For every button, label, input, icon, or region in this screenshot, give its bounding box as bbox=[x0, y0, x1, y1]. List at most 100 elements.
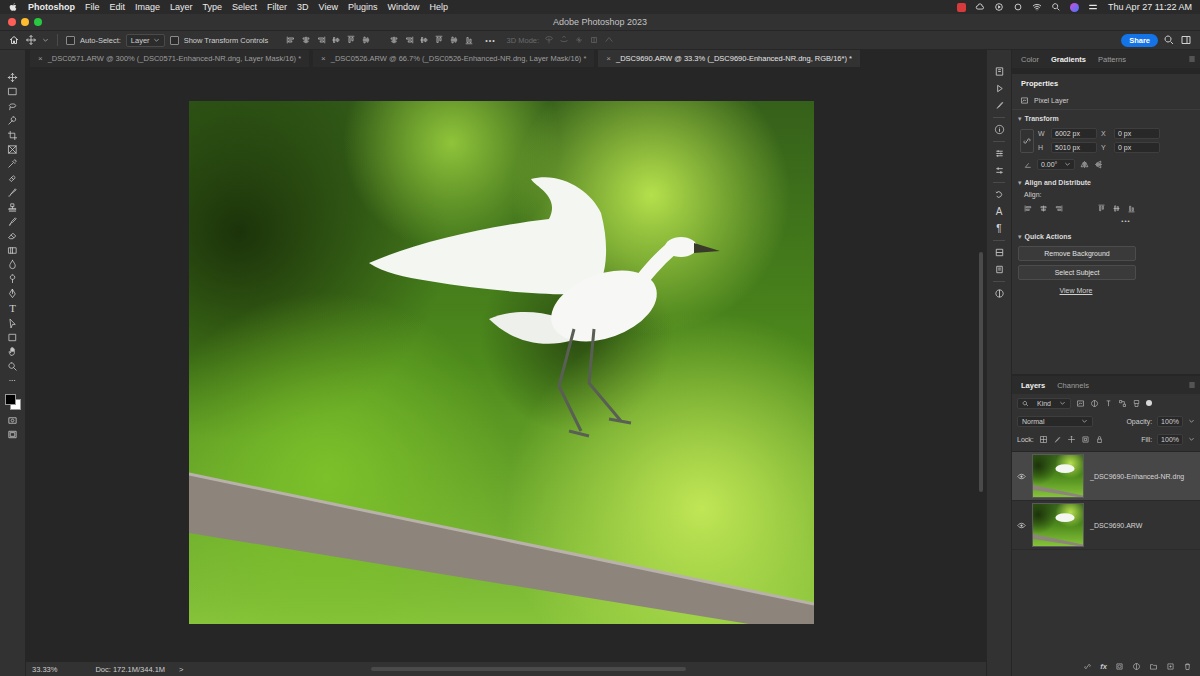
cloud-icon[interactable] bbox=[975, 2, 985, 12]
eraser-tool-icon[interactable] bbox=[7, 230, 18, 241]
menu-item[interactable]: Help bbox=[430, 2, 449, 12]
zoom-level[interactable]: 33.33% bbox=[32, 665, 57, 674]
learn-panel-icon[interactable] bbox=[994, 288, 1005, 299]
blur-tool-icon[interactable] bbox=[7, 259, 18, 270]
blend-mode-dropdown[interactable]: Normal bbox=[1017, 416, 1093, 427]
menu-item[interactable]: Window bbox=[388, 2, 420, 12]
play-icon[interactable] bbox=[994, 2, 1004, 12]
lock-icon[interactable] bbox=[1095, 435, 1104, 444]
layer-style-button[interactable]: fx bbox=[1100, 662, 1107, 671]
document-tab[interactable]: ×_DSC0526.ARW @ 66.7% (_DSC0526-Enhanced… bbox=[313, 50, 594, 67]
menu-item[interactable]: Edit bbox=[110, 2, 126, 12]
distribute-icon[interactable] bbox=[419, 35, 429, 45]
layer-row[interactable]: _DSC9690-Enhanced-NR.dng bbox=[1012, 452, 1200, 501]
quick-action-button[interactable]: Select Subject bbox=[1018, 265, 1136, 280]
menu-item[interactable]: Filter bbox=[267, 2, 287, 12]
screen-mode-icon[interactable] bbox=[7, 429, 18, 440]
search-icon[interactable] bbox=[1163, 34, 1175, 46]
paragraph-panel-button[interactable]: ¶ bbox=[996, 223, 1001, 234]
layer-action-icon[interactable] bbox=[1115, 662, 1124, 671]
panel-tab[interactable]: Color bbox=[1016, 52, 1044, 67]
filter-toggle[interactable] bbox=[1146, 400, 1152, 406]
lock-icon[interactable] bbox=[1039, 435, 1048, 444]
align-icon[interactable] bbox=[301, 35, 311, 45]
flip-vertical-icon[interactable] bbox=[1094, 160, 1103, 169]
brushes-panel-icon[interactable] bbox=[994, 100, 1005, 111]
control-center-icon[interactable] bbox=[1088, 2, 1098, 12]
layer-action-icon[interactable] bbox=[1183, 662, 1192, 671]
lasso-tool-icon[interactable] bbox=[7, 101, 18, 112]
marquee-tool-icon[interactable] bbox=[7, 86, 18, 97]
menu-item[interactable]: Layer bbox=[170, 2, 193, 12]
actions-panel-icon[interactable] bbox=[994, 83, 1005, 94]
window-control[interactable] bbox=[34, 18, 42, 26]
layer-filter-icon[interactable] bbox=[1090, 399, 1099, 408]
hand-tool-icon[interactable] bbox=[7, 346, 18, 357]
zoom-tool-icon[interactable] bbox=[7, 361, 18, 372]
workspace-icon[interactable] bbox=[1180, 34, 1192, 46]
document-tab[interactable]: ×_DSC0571.ARW @ 300% (_DSC0571-Enhanced-… bbox=[30, 50, 309, 67]
window-control[interactable] bbox=[21, 18, 29, 26]
libraries-panel-icon[interactable] bbox=[994, 247, 1005, 258]
layer-thumbnail[interactable] bbox=[1032, 454, 1084, 498]
distribute-icon[interactable] bbox=[449, 35, 459, 45]
panel-menu-icon[interactable] bbox=[1188, 381, 1196, 389]
tab-close-button[interactable]: × bbox=[38, 54, 43, 63]
quick-select-tool-icon[interactable] bbox=[7, 115, 18, 126]
show-transform-checkbox[interactable] bbox=[170, 36, 179, 45]
shape-tool-icon[interactable] bbox=[7, 332, 18, 343]
panel-tab[interactable]: Gradients bbox=[1046, 52, 1091, 67]
document-tab[interactable]: ×_DSC9690.ARW @ 33.3% (_DSC9690-Enhanced… bbox=[598, 50, 860, 67]
character-panel-button[interactable]: A bbox=[996, 206, 1003, 217]
chevron-icon[interactable] bbox=[1188, 436, 1195, 443]
menu-app-name[interactable]: Photoshop bbox=[28, 2, 75, 12]
fill-field[interactable]: 100% bbox=[1157, 434, 1183, 445]
distribute-icon[interactable] bbox=[464, 35, 474, 45]
menu-item[interactable]: 3D bbox=[297, 2, 309, 12]
brush-settings-icon[interactable] bbox=[994, 148, 1005, 159]
menu-item[interactable]: View bbox=[319, 2, 338, 12]
layer-action-icon[interactable] bbox=[1166, 662, 1175, 671]
adjust-panel-icon[interactable] bbox=[994, 165, 1005, 176]
horizontal-scrollbar[interactable] bbox=[197, 667, 980, 671]
quick-actions-section[interactable]: ▾Quick Actions bbox=[1012, 228, 1200, 244]
chevron-icon[interactable] bbox=[1188, 418, 1195, 425]
status-menu-button[interactable]: > bbox=[179, 665, 183, 674]
transform-field[interactable]: 0 px bbox=[1114, 128, 1160, 139]
layer-filter-icon[interactable] bbox=[1076, 399, 1085, 408]
panel-tab[interactable]: Channels bbox=[1052, 378, 1094, 393]
sync-icon[interactable] bbox=[1013, 2, 1023, 12]
window-control[interactable] bbox=[8, 18, 16, 26]
eyedropper-tool-icon[interactable] bbox=[7, 158, 18, 169]
apple-icon[interactable] bbox=[8, 2, 18, 12]
align-icon[interactable] bbox=[286, 35, 296, 45]
vertical-scrollbar[interactable] bbox=[976, 67, 986, 662]
lock-icon[interactable] bbox=[1081, 435, 1090, 444]
tab-close-button[interactable]: × bbox=[606, 54, 611, 63]
swatches-panel-icon[interactable] bbox=[994, 264, 1005, 275]
align-icon[interactable] bbox=[361, 35, 371, 45]
layer-thumbnail[interactable] bbox=[1032, 503, 1084, 547]
menu-item[interactable]: Image bbox=[135, 2, 160, 12]
align-icon[interactable] bbox=[1039, 204, 1048, 213]
opacity-field[interactable]: 100% bbox=[1157, 416, 1183, 427]
align-icon[interactable] bbox=[1112, 204, 1121, 213]
crop-tool-icon[interactable] bbox=[7, 130, 18, 141]
history-brush-tool-icon[interactable] bbox=[7, 216, 18, 227]
visibility-eye-icon[interactable] bbox=[1017, 521, 1026, 530]
align-icon[interactable] bbox=[1097, 204, 1106, 213]
share-button[interactable]: Share bbox=[1121, 34, 1158, 47]
more-options-button[interactable]: ••• bbox=[485, 37, 495, 44]
layer-filter-icon[interactable] bbox=[1118, 399, 1127, 408]
align-icon[interactable] bbox=[331, 35, 341, 45]
layer-name[interactable]: _DSC9690.ARW bbox=[1090, 522, 1142, 529]
layer-filter-icon[interactable] bbox=[1104, 399, 1113, 408]
gradient-tool-icon[interactable] bbox=[7, 245, 18, 256]
quick-mask-icon[interactable] bbox=[7, 415, 18, 426]
home-icon[interactable] bbox=[8, 34, 20, 46]
info-panel-icon[interactable] bbox=[994, 124, 1005, 135]
align-icon[interactable] bbox=[1054, 204, 1063, 213]
align-icon[interactable] bbox=[346, 35, 356, 45]
align-section[interactable]: ▾Align and Distribute bbox=[1012, 174, 1200, 190]
foreground-color[interactable] bbox=[5, 394, 16, 405]
